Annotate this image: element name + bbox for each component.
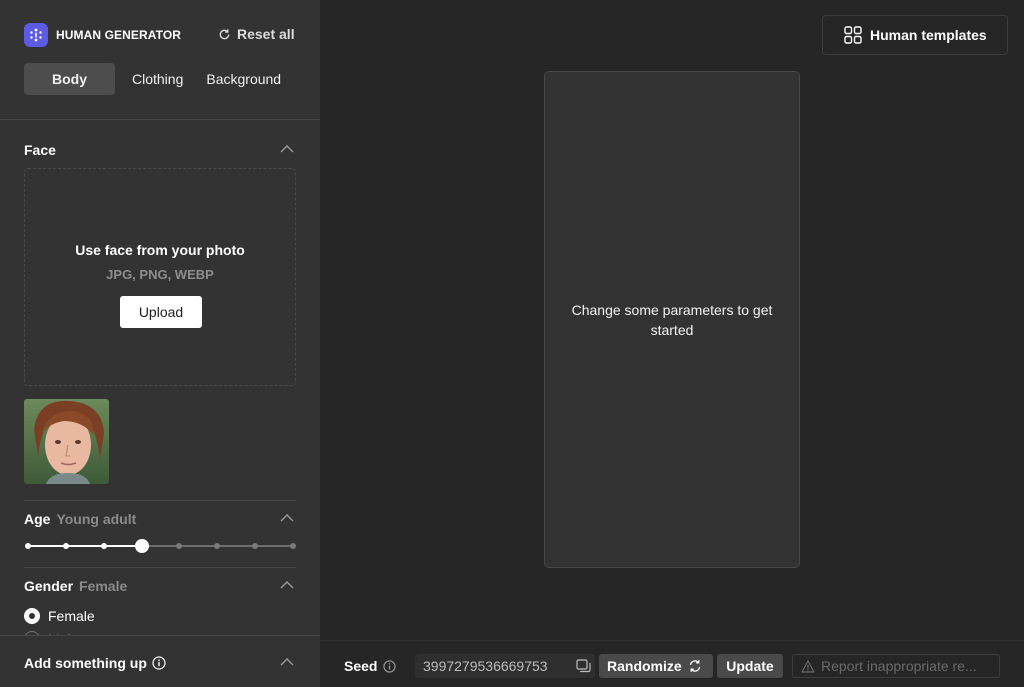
chevron-up-icon[interactable] (280, 144, 294, 154)
age-slider-step[interactable] (100, 543, 107, 549)
divider (24, 500, 296, 501)
sidebar: HUMAN GENERATOR Reset all Body Clothing … (0, 0, 320, 687)
add-something-title: Add something up (24, 655, 166, 671)
copy-icon[interactable] (576, 659, 591, 673)
human-templates-label: Human templates (870, 27, 987, 43)
reset-all-label: Reset all (237, 26, 295, 42)
age-slider-step[interactable] (290, 543, 296, 549)
face-thumbnail[interactable] (24, 399, 109, 484)
brand: HUMAN GENERATOR (24, 23, 181, 47)
age-slider-step[interactable] (25, 543, 31, 549)
tab-bar: Body Clothing Background (24, 63, 281, 95)
age-slider-step[interactable] (252, 543, 259, 549)
dropzone-formats: JPG, PNG, WEBP (106, 267, 214, 282)
tab-body[interactable]: Body (24, 63, 115, 95)
age-label: Age (24, 511, 51, 527)
sidebar-header (0, 0, 320, 120)
randomize-label: Randomize (607, 658, 682, 674)
shuffle-refresh-icon (689, 660, 700, 672)
info-icon[interactable] (152, 656, 166, 670)
face-dropzone[interactable]: Use face from your photo JPG, PNG, WEBP … (24, 168, 296, 386)
info-icon[interactable] (383, 659, 397, 673)
age-value: Young adult (56, 511, 137, 527)
upload-button[interactable]: Upload (120, 296, 202, 328)
chevron-up-icon[interactable] (280, 513, 294, 523)
seed-value: 3997279536669753 (423, 658, 548, 674)
tab-clothing[interactable]: Clothing (132, 63, 183, 95)
add-something-section: Add something up (0, 635, 320, 687)
bottom-bar: Seed 3997279536669753 Randomize Update R… (320, 640, 1024, 687)
report-inappropriate-button[interactable]: Report inappropriate re... (792, 654, 1000, 678)
reset-all-button[interactable]: Reset all (218, 26, 295, 42)
report-label: Report inappropriate re... (821, 658, 977, 674)
sparkle-logo-icon (24, 23, 48, 47)
grid-icon (844, 26, 862, 44)
age-slider-knob[interactable] (134, 539, 149, 553)
canvas-message: Change some parameters to get started (571, 302, 773, 338)
refresh-icon (219, 28, 230, 39)
age-slider-step[interactable] (62, 543, 69, 549)
randomize-button[interactable]: Randomize (599, 654, 713, 678)
age-slider-step[interactable] (214, 543, 221, 549)
radio-selected-icon (24, 608, 40, 624)
chevron-up-icon[interactable] (280, 580, 294, 590)
warning-icon (801, 659, 815, 673)
gender-section-title: Gender Female (24, 578, 127, 594)
divider (24, 567, 296, 568)
preview-canvas: Change some parameters to get started (544, 71, 800, 568)
update-button[interactable]: Update (717, 654, 783, 678)
chevron-up-icon[interactable] (280, 657, 294, 667)
age-slider-step[interactable] (176, 543, 183, 549)
age-slider-track-filled (28, 545, 142, 547)
dropzone-title: Use face from your photo (75, 242, 245, 258)
seed-label-group: Seed (344, 658, 397, 674)
gender-option-female[interactable]: Female (24, 608, 95, 624)
gender-option-label: Female (48, 608, 95, 624)
seed-label: Seed (344, 658, 378, 674)
tab-background[interactable]: Background (206, 63, 281, 95)
gender-label: Gender (24, 578, 74, 594)
age-section-title: Age Young adult (24, 511, 136, 527)
seed-input[interactable]: 3997279536669753 (415, 654, 595, 678)
gender-value: Female (79, 578, 128, 594)
app-name: HUMAN GENERATOR (56, 28, 182, 42)
add-something-label: Add something up (24, 655, 147, 671)
human-templates-button[interactable]: Human templates (822, 15, 1008, 55)
age-slider[interactable] (25, 539, 296, 553)
face-section-title: Face (24, 142, 56, 158)
